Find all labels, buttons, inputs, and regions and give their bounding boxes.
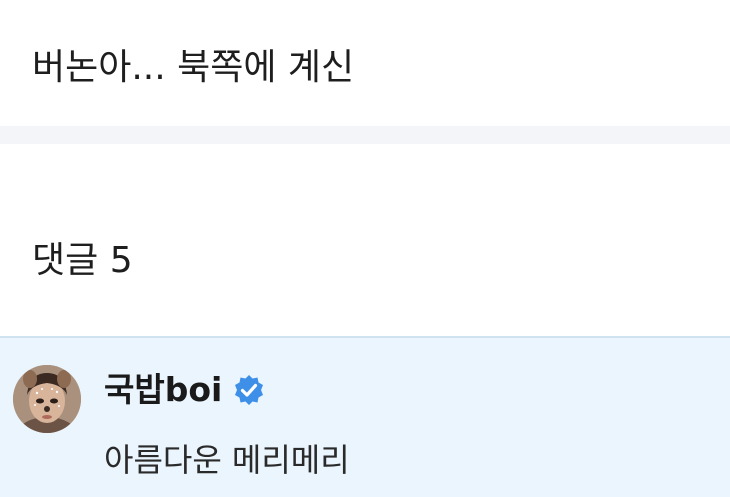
comment-author[interactable]: 국밥boi	[104, 368, 222, 412]
comment-text: 아름다운 메리메리	[104, 441, 350, 479]
post-body: 버논아... 북쪽에 계신	[0, 0, 730, 126]
comments-label: 댓글	[32, 240, 99, 281]
verified-icon	[232, 373, 266, 407]
avatar-image	[13, 365, 81, 433]
comment-author-line: 국밥boi	[104, 368, 266, 412]
post-text: 버논아... 북쪽에 계신	[32, 47, 355, 88]
comment-item[interactable]: 국밥boi 아름다운 메리메리	[0, 336, 730, 497]
comments-count: 5	[109, 240, 133, 281]
section-divider	[0, 126, 730, 144]
avatar[interactable]	[13, 365, 81, 433]
comments-header: 댓글 5	[0, 144, 730, 337]
comments-title: 댓글 5	[32, 236, 133, 286]
